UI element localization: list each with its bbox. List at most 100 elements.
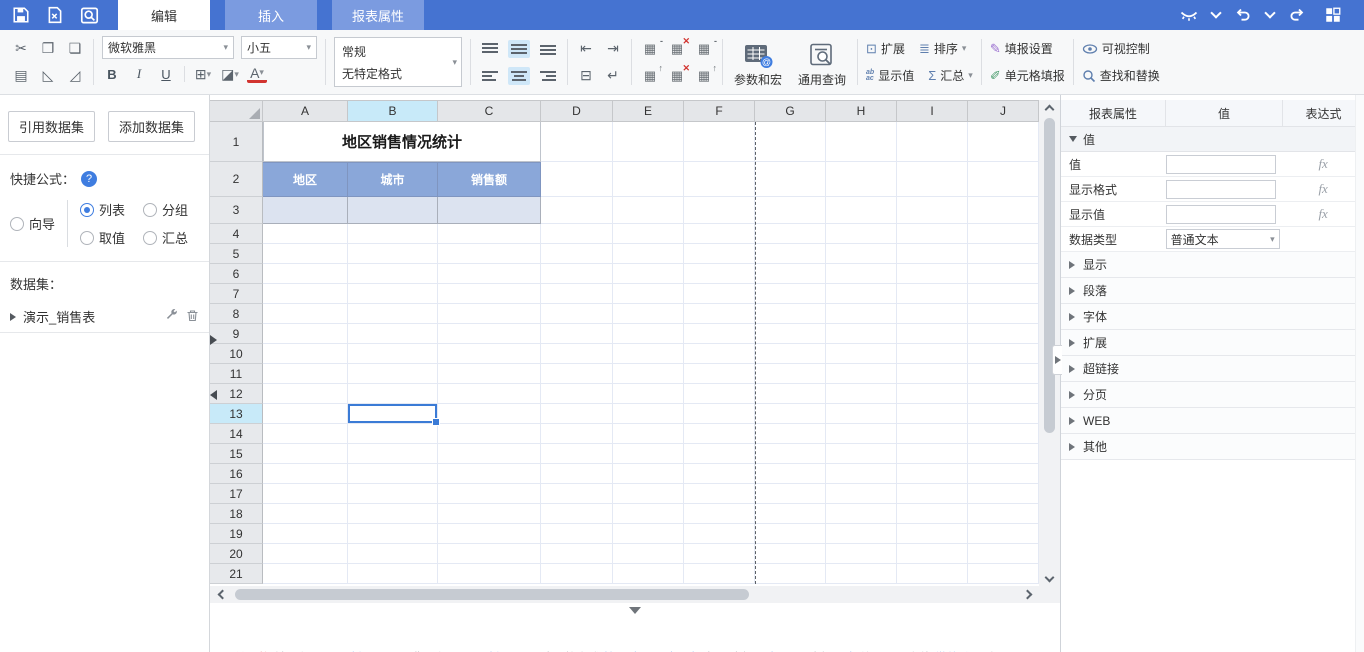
cell-I8[interactable] xyxy=(897,304,968,324)
cell-A13[interactable] xyxy=(263,404,348,424)
cell-G2[interactable] xyxy=(755,162,826,197)
cell-E12[interactable] xyxy=(613,384,684,404)
cell-F17[interactable] xyxy=(684,484,755,504)
section-段落[interactable]: 段落 xyxy=(1061,278,1364,304)
cell-F19[interactable] xyxy=(684,524,755,544)
cell-G13[interactable] xyxy=(755,404,826,424)
expand-button[interactable]: ⊡扩展 xyxy=(866,38,905,60)
section-扩展[interactable]: 扩展 xyxy=(1061,330,1364,356)
cell-H10[interactable] xyxy=(826,344,897,364)
visual-control-button[interactable]: 可视控制 xyxy=(1082,38,1160,60)
cell-D13[interactable] xyxy=(541,404,613,424)
cell-C17[interactable] xyxy=(438,484,541,504)
cell-A6[interactable] xyxy=(263,264,348,284)
horizontal-scrollbar[interactable] xyxy=(210,586,1039,603)
cell-G5[interactable] xyxy=(755,244,826,264)
theme-eye-closed-icon[interactable] xyxy=(1176,3,1202,27)
cell-B18[interactable] xyxy=(348,504,438,524)
panel-scroll-track[interactable] xyxy=(1355,95,1364,652)
row-header-8[interactable]: 8 xyxy=(210,304,263,324)
cell-I17[interactable] xyxy=(897,484,968,504)
cell-C16[interactable] xyxy=(438,464,541,484)
column-header-D[interactable]: D xyxy=(541,100,613,122)
radio-分组[interactable]: 分组 xyxy=(143,200,188,219)
cell-I16[interactable] xyxy=(897,464,968,484)
row-header-21[interactable]: 21 xyxy=(210,564,263,584)
cell-F16[interactable] xyxy=(684,464,755,484)
radio-wizard[interactable]: 向导 xyxy=(10,214,55,233)
cell-C8[interactable] xyxy=(438,304,541,324)
column-header-H[interactable]: H xyxy=(826,100,897,122)
row-header-16[interactable]: 16 xyxy=(210,464,263,484)
cell-H19[interactable] xyxy=(826,524,897,544)
cell-F9[interactable] xyxy=(684,324,755,344)
summary-button[interactable]: Σ汇总▾ xyxy=(928,65,973,87)
cell-D6[interactable] xyxy=(541,264,613,284)
cell-J17[interactable] xyxy=(968,484,1039,504)
cell-E7[interactable] xyxy=(613,284,684,304)
help-icon[interactable]: ? xyxy=(81,171,97,187)
cell-B6[interactable] xyxy=(348,264,438,284)
cell-B4[interactable] xyxy=(348,224,438,244)
cell-F3[interactable] xyxy=(684,197,755,224)
cell-F6[interactable] xyxy=(684,264,755,284)
align-center-button[interactable] xyxy=(508,67,530,85)
cell-C10[interactable] xyxy=(438,344,541,364)
cell-E3[interactable] xyxy=(613,197,684,224)
cell-G3[interactable] xyxy=(755,197,826,224)
find-replace-button[interactable]: 查找和替换 xyxy=(1082,65,1160,87)
cell-B15[interactable] xyxy=(348,444,438,464)
cell-E10[interactable] xyxy=(613,344,684,364)
general-query-button[interactable]: 通用查询 xyxy=(795,42,849,89)
sort-button[interactable]: ≣排序▾ xyxy=(919,38,966,60)
cell-H6[interactable] xyxy=(826,264,897,284)
cell-H17[interactable] xyxy=(826,484,897,504)
cell-C21[interactable] xyxy=(438,564,541,584)
cell-H3[interactable] xyxy=(826,197,897,224)
tab-edit[interactable]: 编辑 xyxy=(118,0,210,30)
cell-D16[interactable] xyxy=(541,464,613,484)
column-header-E[interactable]: E xyxy=(613,100,684,122)
cell-fill-button[interactable]: ✐单元格填报 xyxy=(990,65,1065,87)
cell-B9[interactable] xyxy=(348,324,438,344)
cell-H12[interactable] xyxy=(826,384,897,404)
cell-D14[interactable] xyxy=(541,424,613,444)
cell-J19[interactable] xyxy=(968,524,1039,544)
row-header-10[interactable]: 10 xyxy=(210,344,263,364)
column-header-A[interactable]: A xyxy=(263,100,348,122)
cell-G18[interactable] xyxy=(755,504,826,524)
delete-row-button[interactable]: ▦✕ xyxy=(667,39,687,59)
cell-H13[interactable] xyxy=(826,404,897,424)
section-分页[interactable]: 分页 xyxy=(1061,382,1364,408)
section-超链接[interactable]: 超链接 xyxy=(1061,356,1364,382)
align-right-button[interactable] xyxy=(537,67,559,85)
cell-D1[interactable] xyxy=(541,122,613,162)
cell-F12[interactable] xyxy=(684,384,755,404)
section-显示[interactable]: 显示 xyxy=(1061,252,1364,278)
insert-row-button[interactable]: ▦- xyxy=(640,39,660,59)
params-macro-button[interactable]: @ 参数和宏 xyxy=(731,42,785,89)
row-header-9[interactable]: 9 xyxy=(210,324,263,344)
fx-formula-icon[interactable]: fx xyxy=(1318,156,1327,172)
chevron-down-icon[interactable] xyxy=(1210,7,1221,18)
cell-I11[interactable] xyxy=(897,364,968,384)
cell-B7[interactable] xyxy=(348,284,438,304)
cell-header-地区[interactable]: 地区 xyxy=(263,162,348,197)
horizontal-scroll-thumb[interactable] xyxy=(235,589,749,600)
cell-D20[interactable] xyxy=(541,544,613,564)
row-header-14[interactable]: 14 xyxy=(210,424,263,444)
clear-format-icon[interactable]: ◿ xyxy=(65,65,85,86)
cell-F7[interactable] xyxy=(684,284,755,304)
cell-B8[interactable] xyxy=(348,304,438,324)
cell-D8[interactable] xyxy=(541,304,613,324)
cell-D18[interactable] xyxy=(541,504,613,524)
radio-取值[interactable]: 取值 xyxy=(80,228,125,247)
radio-列表[interactable]: 列表 xyxy=(80,200,125,219)
cell-A7[interactable] xyxy=(263,284,348,304)
cell-J10[interactable] xyxy=(968,344,1039,364)
row-header-5[interactable]: 5 xyxy=(210,244,263,264)
indent-increase-icon[interactable]: ⇥ xyxy=(603,38,623,59)
align-middle-button[interactable] xyxy=(508,40,530,58)
cell-J21[interactable] xyxy=(968,564,1039,584)
fx-formula-icon[interactable]: fx xyxy=(1318,181,1327,197)
